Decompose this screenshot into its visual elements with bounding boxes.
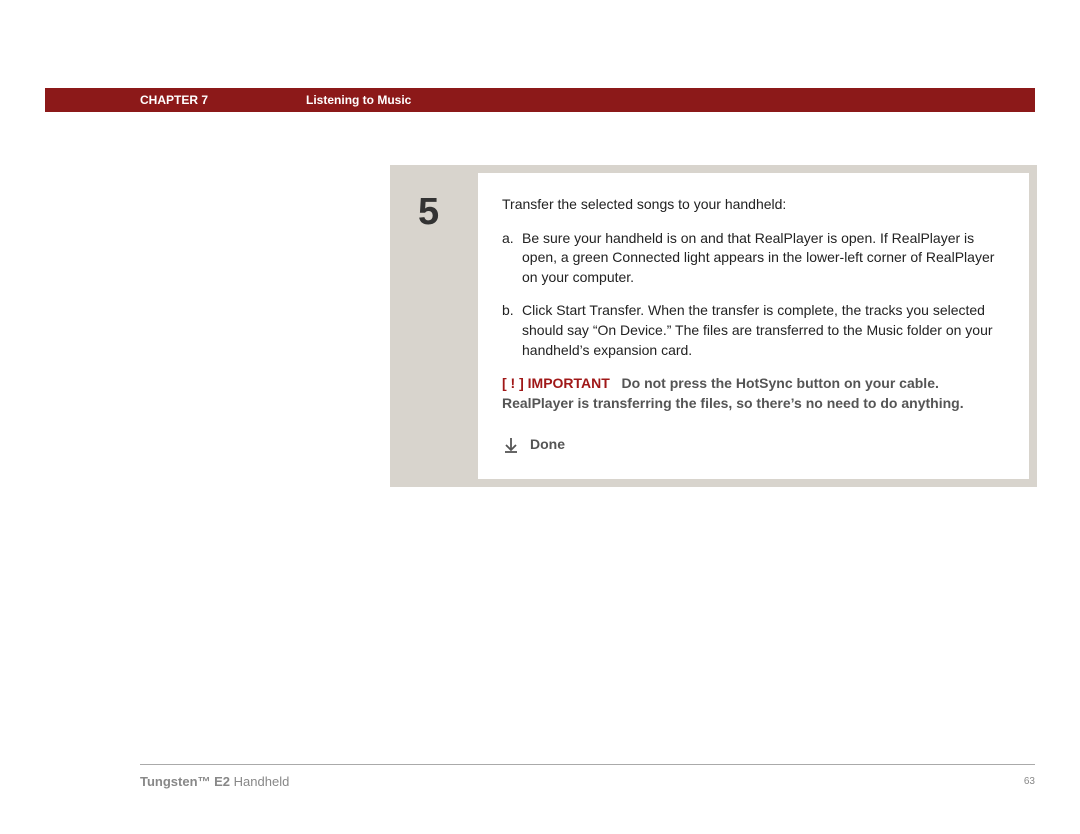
chapter-header-bar: CHAPTER 7 Listening to Music xyxy=(45,88,1035,112)
footer-product: Tungsten™ E2 Handheld xyxy=(140,774,289,789)
list-text-b: Click Start Transfer. When the transfer … xyxy=(522,301,1005,360)
step-box: 5 Transfer the selected songs to your ha… xyxy=(390,165,1037,487)
step-content: Transfer the selected songs to your hand… xyxy=(478,173,1029,479)
important-text xyxy=(614,375,622,391)
list-letter-a: a. xyxy=(502,229,522,288)
list-item: b. Click Start Transfer. When the transf… xyxy=(502,301,1005,360)
done-row: Done xyxy=(502,435,1005,455)
footer-product-rest: Handheld xyxy=(230,774,289,789)
page-number: 63 xyxy=(1024,776,1035,787)
important-block: [ ! ] IMPORTANT Do not press the HotSync… xyxy=(502,374,1005,413)
list-item: a. Be sure your handheld is on and that … xyxy=(502,229,1005,288)
list-text-a: Be sure your handheld is on and that Rea… xyxy=(522,229,1005,288)
done-arrow-icon xyxy=(502,436,520,454)
step-inner: 5 Transfer the selected songs to your ha… xyxy=(398,173,1029,479)
step-intro: Transfer the selected songs to your hand… xyxy=(502,195,1005,215)
important-tag: [ ! ] IMPORTANT xyxy=(502,375,610,391)
step-number: 5 xyxy=(418,191,458,234)
step-number-column: 5 xyxy=(398,173,478,479)
chapter-title: Listening to Music xyxy=(306,93,411,107)
footer-product-bold: Tungsten™ E2 xyxy=(140,774,230,789)
done-label: Done xyxy=(530,435,565,455)
footer-rule xyxy=(140,764,1035,765)
list-letter-b: b. xyxy=(502,301,522,360)
chapter-label: CHAPTER 7 xyxy=(140,93,208,107)
